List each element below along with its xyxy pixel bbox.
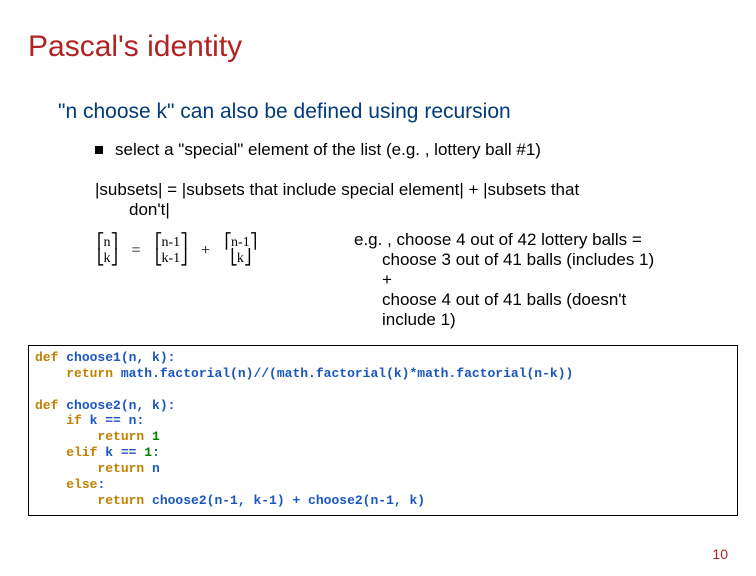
bullet-text: select a "special" element of the list (… [115, 140, 541, 159]
subsets-equation: |subsets| = |subsets that include specia… [95, 180, 715, 220]
bullet-line: select a "special" element of the list (… [95, 140, 541, 160]
code-block: def choose1(n, k): return math.factorial… [28, 345, 738, 516]
eg-line2: choose 3 out of 41 balls (includes 1) [382, 250, 714, 270]
slide-title: Pascal's identity [28, 30, 242, 64]
slide: Pascal's identity "n choose k" can also … [0, 0, 756, 576]
eg-line3: + [382, 270, 714, 290]
binom-nminus1-k: ⎡n-1⎤ ⎣k⎦ [225, 235, 257, 267]
eg-line5: include 1) [382, 310, 714, 330]
equals-sign: = [131, 242, 140, 260]
slide-subtitle: "n choose k" can also be defined using r… [58, 100, 511, 124]
square-bullet-icon [95, 146, 103, 154]
binom-n-k: ⎡n⎤ ⎣k⎦ [97, 235, 117, 267]
code-pre: def choose1(n, k): return math.factorial… [35, 350, 731, 509]
eg-line1: e.g. , choose 4 out of 42 lottery balls … [354, 230, 642, 249]
example-text: e.g. , choose 4 out of 42 lottery balls … [354, 230, 714, 330]
subsets-eq-part2: don't| [129, 200, 715, 220]
eg-line4: choose 4 out of 41 balls (doesn't [382, 290, 714, 310]
plus-sign: + [201, 242, 210, 260]
binomial-recursion-formula: ⎡n⎤ ⎣k⎦ = ⎡n-1⎤ ⎣k-1⎦ + ⎡n-1⎤ ⎣k⎦ [95, 235, 355, 315]
binom-nminus1-kminus1: ⎡n-1⎤ ⎣k-1⎦ [155, 235, 187, 267]
page-number: 10 [712, 546, 728, 562]
subsets-eq-part1: |subsets| = |subsets that include specia… [95, 180, 579, 199]
